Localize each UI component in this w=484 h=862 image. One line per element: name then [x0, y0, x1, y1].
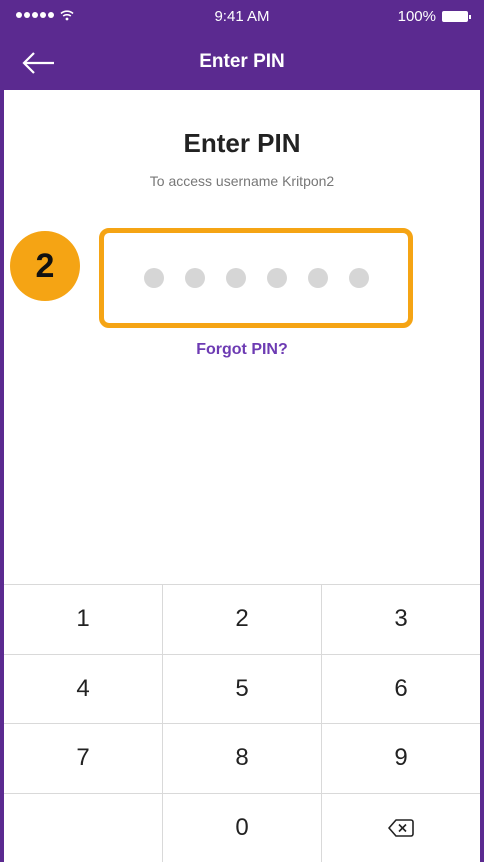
key-9[interactable]: 9 — [322, 724, 480, 793]
nav-title: Enter PIN — [199, 51, 285, 72]
step-badge: 2 — [10, 231, 80, 301]
pin-input[interactable] — [99, 228, 413, 328]
pin-content: Enter PIN To access username Kritpon2 2 … — [4, 90, 480, 358]
key-1[interactable]: 1 — [4, 585, 163, 654]
key-8[interactable]: 8 — [163, 724, 322, 793]
key-blank — [4, 793, 163, 862]
forgot-pin-link[interactable]: Forgot PIN? — [4, 341, 480, 359]
page-title: Enter PIN — [183, 128, 301, 158]
keypad-row: 4 5 6 — [4, 654, 480, 724]
app-frame: 9:41 AM 100% Enter PIN Enter PIN To acce… — [0, 0, 484, 862]
pin-dot — [184, 268, 205, 288]
keypad-row: 7 8 9 — [4, 724, 480, 794]
keypad-row: 1 2 3 — [4, 585, 480, 655]
battery-icon — [442, 11, 471, 22]
pin-dot — [225, 268, 246, 288]
pin-dot — [348, 268, 369, 288]
nav-bar: Enter PIN — [4, 36, 480, 90]
keypad-row: 0 — [4, 793, 480, 862]
key-5[interactable]: 5 — [163, 654, 322, 723]
pin-dot — [143, 268, 164, 288]
numeric-keypad: 1 2 3 4 5 6 7 8 9 0 — [4, 584, 480, 862]
status-right: 100% — [397, 8, 471, 25]
key-7[interactable]: 7 — [4, 724, 163, 793]
battery-percent: 100% — [397, 8, 436, 25]
key-4[interactable]: 4 — [4, 654, 163, 723]
key-0[interactable]: 0 — [163, 793, 322, 862]
status-bar: 9:41 AM 100% — [4, 0, 480, 36]
page-subtitle: To access username Kritpon2 — [149, 173, 335, 189]
pin-dot — [266, 268, 287, 288]
backspace-button[interactable] — [322, 794, 480, 862]
key-2[interactable]: 2 — [163, 585, 322, 654]
key-6[interactable]: 6 — [322, 655, 480, 724]
pin-dot — [307, 268, 328, 288]
key-3[interactable]: 3 — [322, 585, 480, 654]
backspace-icon — [388, 819, 414, 838]
